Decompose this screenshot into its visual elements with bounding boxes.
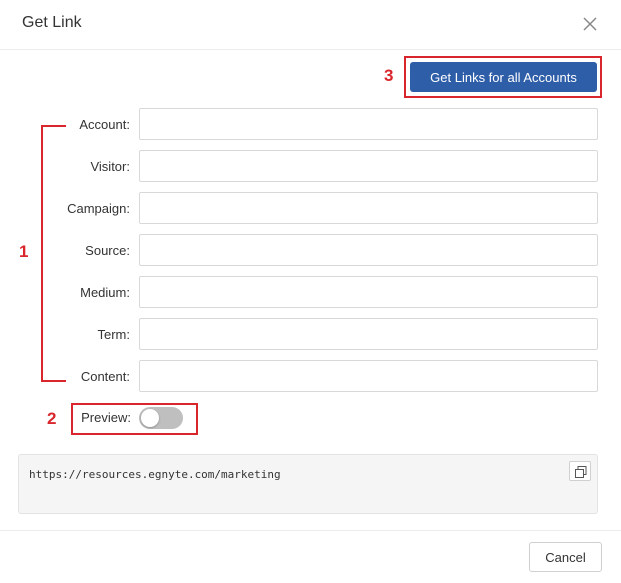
content-input[interactable] [139, 360, 598, 392]
term-label: Term: [97, 327, 130, 342]
preview-label: Preview: [81, 410, 131, 425]
visitor-label: Visitor: [90, 159, 130, 174]
link-output-box: https://resources.egnyte.com/marketing [18, 454, 598, 514]
account-input[interactable] [139, 108, 598, 140]
toggle-knob [141, 409, 159, 427]
source-input[interactable] [139, 234, 598, 266]
annotation-marker-3: 3 [384, 66, 394, 85]
account-label: Account: [79, 117, 130, 132]
copy-icon [575, 466, 587, 478]
preview-toggle[interactable] [139, 407, 183, 429]
content-label: Content: [80, 369, 130, 384]
cancel-button[interactable]: Cancel [529, 542, 602, 572]
dialog-title: Get Link [22, 14, 82, 31]
get-link-dialog: Get Link 3 Get Links for all Accounts 1 … [0, 0, 621, 583]
medium-label: Medium: [80, 285, 130, 300]
visitor-input[interactable] [139, 150, 598, 182]
medium-input[interactable] [139, 276, 598, 308]
campaign-label: Campaign: [67, 201, 130, 216]
term-input[interactable] [139, 318, 598, 350]
dialog-footer: Cancel [0, 530, 621, 583]
source-label: Source: [85, 243, 130, 258]
generated-link: https://resources.egnyte.com/marketing [29, 468, 281, 481]
annotation-marker-1: 1 [19, 242, 29, 261]
copy-button[interactable] [569, 461, 591, 481]
get-links-all-accounts-button[interactable]: Get Links for all Accounts [410, 62, 597, 92]
dialog-header: Get Link [0, 0, 621, 50]
close-icon[interactable] [579, 13, 601, 35]
campaign-input[interactable] [139, 192, 598, 224]
